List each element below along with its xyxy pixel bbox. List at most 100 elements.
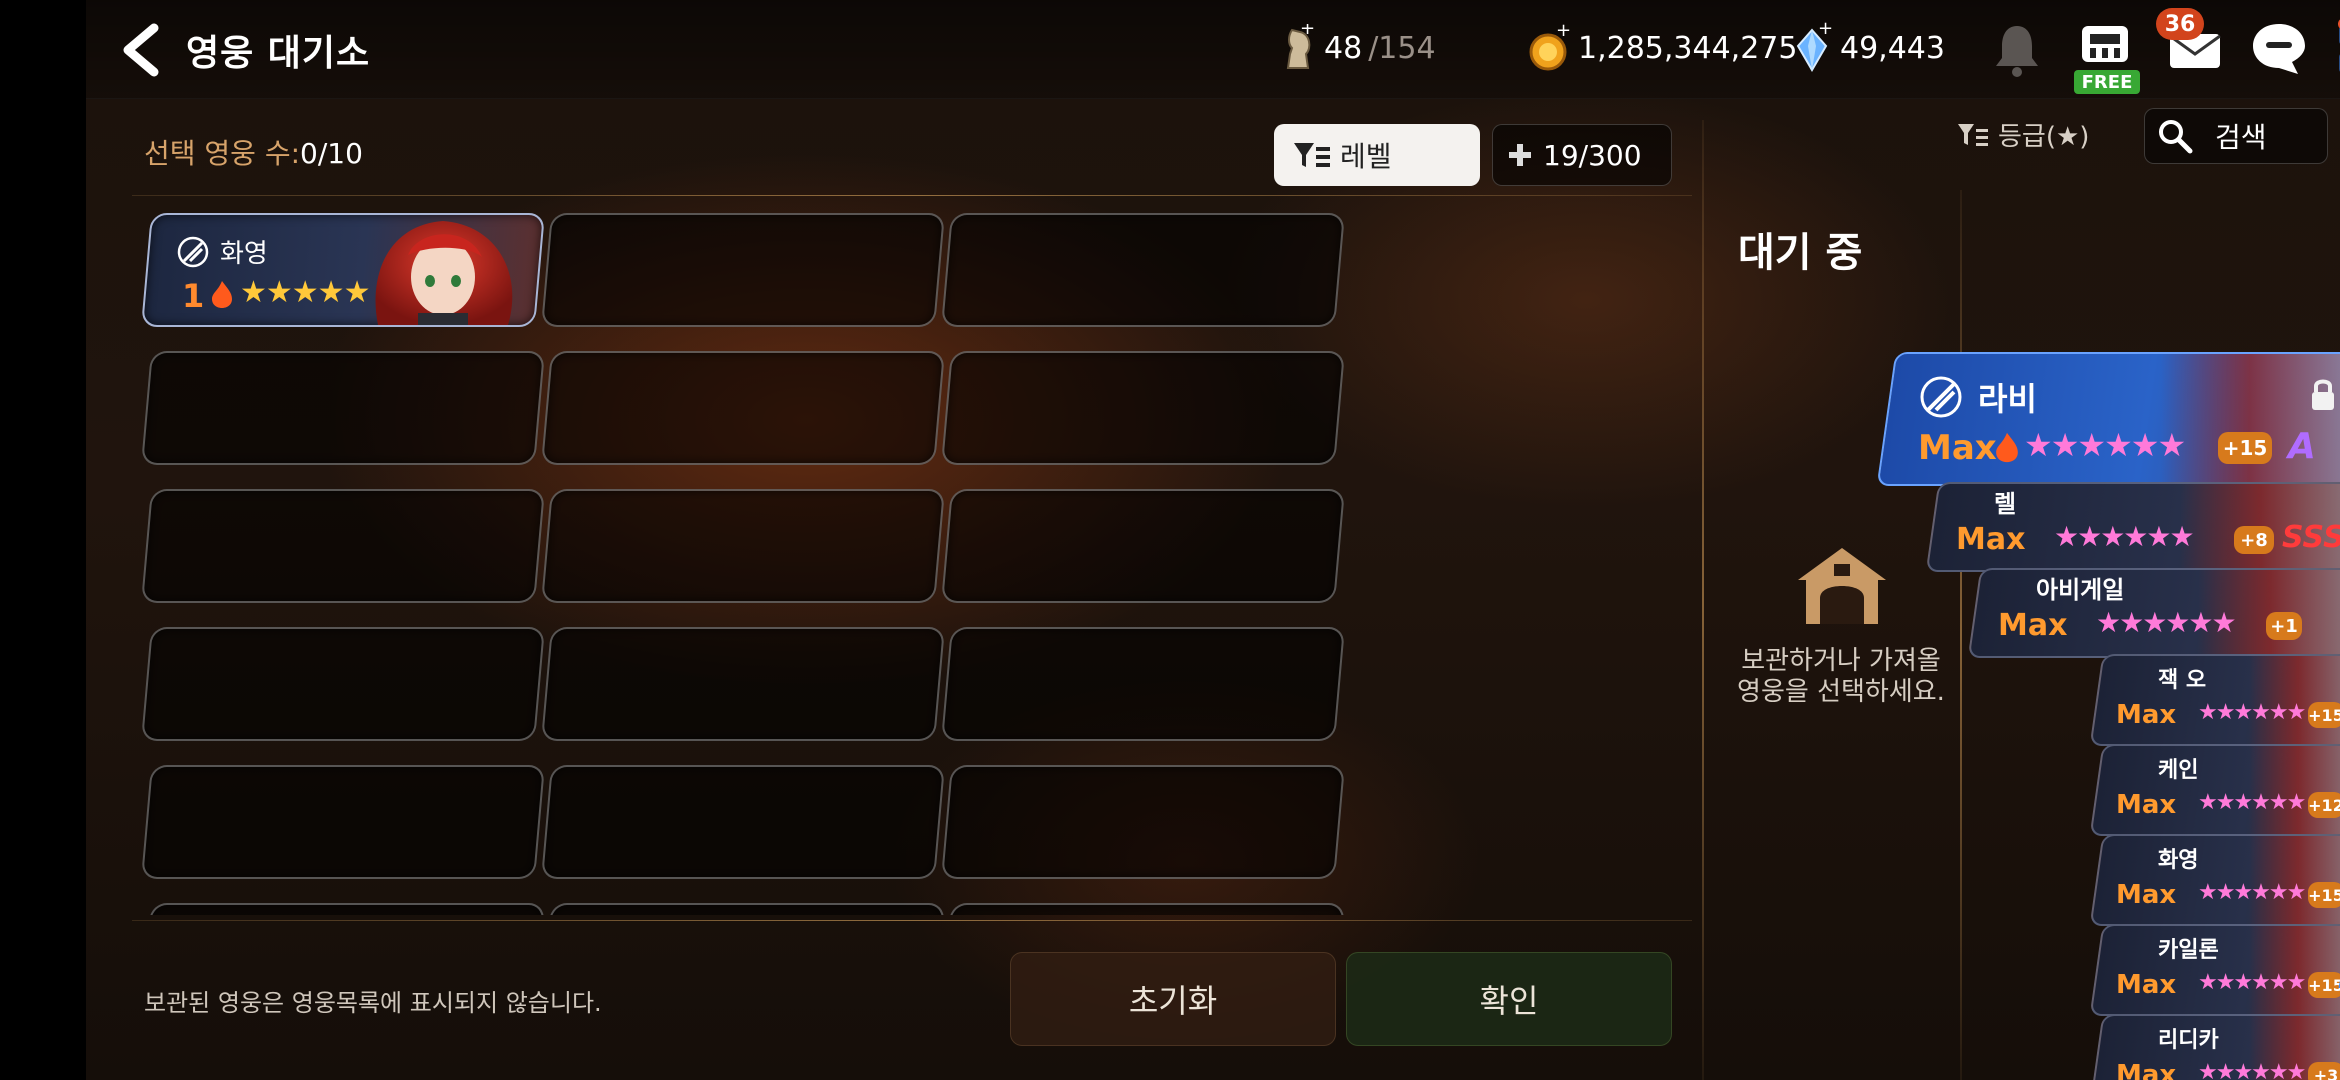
hero-slot-empty[interactable]: [941, 489, 1345, 603]
storage-note: 보관된 영웅은 영웅목록에 표시되지 않습니다.: [144, 989, 602, 1017]
capacity-label: 19/300: [1543, 138, 1642, 172]
stamina-counter[interactable]: + 48/154: [1278, 22, 1436, 74]
hero-slot-grid: 화영 1 ★★★★★: [136, 205, 1436, 915]
flame-icon: [1996, 432, 2018, 463]
waiting-title: 대기 중: [1738, 230, 1863, 276]
hero-portrait: [375, 221, 513, 325]
confirm-button[interactable]: 확인: [1346, 952, 1672, 1046]
hero-name: 케인: [2158, 758, 2199, 783]
hero-grade: A: [2288, 426, 2316, 467]
bell-icon[interactable]: [1984, 16, 2050, 82]
hero-slot-empty[interactable]: [141, 903, 545, 915]
hero-slot-empty[interactable]: [941, 351, 1345, 465]
hero-slot-empty[interactable]: [141, 489, 545, 603]
sort-filter-icon: [1958, 123, 1988, 146]
hero-max-label: Max: [1998, 608, 2068, 643]
level-filter-label: 레벨: [1340, 140, 1392, 173]
crystal-icon: +: [1796, 22, 1833, 72]
hero-name: 렐: [1994, 490, 2017, 518]
hero-name: 잭 오: [2158, 668, 2207, 693]
storage-message: 보관하거나 가져올 영웅을 선택하세요.: [1726, 646, 1956, 708]
hero-stars: ★★★★★★: [2198, 1060, 2305, 1080]
panel-divider-vertical: [1702, 120, 1704, 1080]
lock-icon[interactable]: [2308, 376, 2338, 412]
svg-text:+: +: [1556, 24, 1571, 41]
hero-list-item[interactable]: 화영 Max ★★★★★★ +15: [2089, 834, 2340, 926]
hero-stars: ★★★★★★: [2198, 700, 2305, 725]
search-label: 검색: [2215, 121, 2267, 154]
hero-max-label: Max: [2116, 1060, 2177, 1080]
hero-slot-empty[interactable]: [941, 903, 1345, 915]
hero-slot-empty[interactable]: [141, 627, 545, 741]
search-button[interactable]: 검색: [2144, 108, 2328, 164]
hero-slot-empty[interactable]: [941, 627, 1345, 741]
hero-slot-empty[interactable]: [541, 351, 945, 465]
svg-text:+: +: [1300, 24, 1315, 39]
flame-icon: [212, 281, 232, 308]
hero-slot-empty[interactable]: [941, 213, 1345, 327]
hero-name: 리디카: [2158, 1028, 2219, 1053]
hero-name: 화영: [2158, 848, 2199, 873]
crystal-value: 49,443: [1840, 30, 1945, 66]
hero-stars: ★★★★★★: [2054, 520, 2193, 553]
hero-name: 라비: [1978, 380, 2037, 418]
filter-icon: [1294, 143, 1330, 167]
slot-hero-stars: ★★★★★: [240, 275, 370, 310]
stamina-icon: +: [1286, 24, 1315, 69]
hero-slot-empty[interactable]: [541, 489, 945, 603]
bottom-divider: [132, 920, 1692, 921]
hero-slot-empty[interactable]: [141, 765, 545, 879]
stamina-max: /154: [1368, 30, 1436, 66]
hero-list-item[interactable]: 케인 Max ★★★★★★ +12: [2089, 744, 2340, 836]
hero-list-item[interactable]: 카일론 Max ★★★★★★ +15 B: [2089, 924, 2340, 1016]
crystal-counter[interactable]: + 49,443: [1794, 22, 1945, 74]
reset-button[interactable]: 초기화: [1010, 952, 1336, 1046]
chat-icon[interactable]: [2246, 16, 2312, 82]
capacity-expand-button[interactable]: 19/300: [1492, 124, 1672, 186]
selected-count-label: 선택 영웅 수:: [144, 137, 301, 170]
hero-plus-badge: +8: [2234, 526, 2274, 554]
hero-max-label: Max: [2116, 700, 2177, 730]
hero-max-label: Max: [2116, 880, 2177, 910]
hero-slot-empty[interactable]: [941, 765, 1345, 879]
page-title: 영웅 대기소: [186, 33, 371, 74]
hero-list-item[interactable]: 리디카 Max ★★★★★★ +3: [2089, 1014, 2340, 1080]
hero-slot-filled[interactable]: 화영 1 ★★★★★: [141, 213, 545, 327]
hero-slot-empty[interactable]: [541, 213, 945, 327]
level-filter-button[interactable]: 레벨: [1274, 124, 1480, 186]
hero-slot-empty[interactable]: [141, 351, 545, 465]
hero-max-label: Max: [1956, 522, 2026, 557]
hero-slot-empty[interactable]: [541, 627, 945, 741]
hero-plus-badge: +1: [2266, 612, 2302, 640]
hero-list-item[interactable]: 아비게일 Max ★★★★★★ +1: [1967, 568, 2340, 658]
grade-sort-button[interactable]: 등급(★): [1956, 116, 2089, 153]
sword-class-icon: [1920, 376, 1962, 418]
hero-stars: ★★★★★★: [2096, 606, 2235, 639]
hero-plus-badge: +15: [2218, 432, 2272, 464]
hero-max-label: Max: [1918, 428, 1997, 468]
hero-plus-badge: +15: [2308, 882, 2340, 908]
hero-plus-badge: +15: [2308, 972, 2340, 998]
hero-list-item[interactable]: 라비 Max ★★★★★★ +15 A: [1876, 352, 2340, 486]
top-divider: [132, 195, 1692, 196]
top-bar: 영웅 대기소 + 48/154 + 1,285,344,275 + 49,443: [86, 0, 2340, 99]
hero-list-item[interactable]: 잭 오 Max ★★★★★★ +15: [2089, 654, 2340, 746]
hero-plus-badge: +3: [2308, 1062, 2340, 1080]
hero-plus-badge: +12: [2308, 792, 2340, 818]
menu-grid-icon[interactable]: [2334, 16, 2340, 82]
search-icon: [2159, 120, 2193, 154]
gold-value: 1,285,344,275: [1578, 30, 1798, 66]
hero-list-item[interactable]: 렐 Max ★★★★★★ +8 SSS: [1925, 482, 2340, 572]
hero-max-label: Max: [2116, 790, 2177, 820]
plus-icon: [1509, 144, 1531, 166]
mail-badge: 36: [2156, 8, 2204, 40]
hero-stars: ★★★★★★: [2024, 426, 2185, 464]
back-arrow-icon[interactable]: [116, 22, 166, 78]
hero-plus-badge: +15: [2308, 702, 2340, 728]
gold-coin-icon: +: [1529, 24, 1571, 71]
hero-slot-empty[interactable]: [541, 903, 945, 915]
hero-slot-empty[interactable]: [541, 765, 945, 879]
storage-house-icon: [1798, 548, 1886, 624]
gold-counter[interactable]: + 1,285,344,275: [1528, 22, 1797, 74]
selected-count-value: 0/10: [300, 137, 363, 170]
